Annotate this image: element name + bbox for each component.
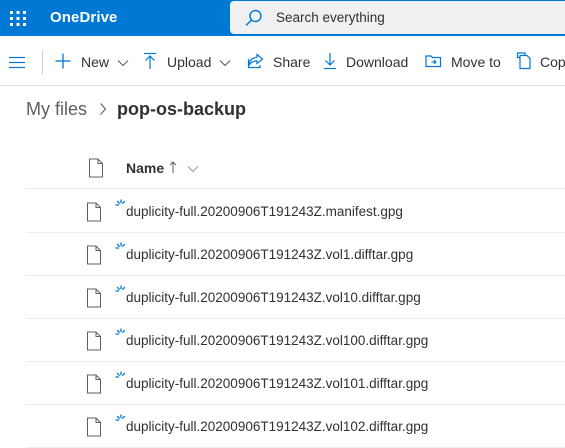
- table-row[interactable]: duplicity-full.20200906T191243Z.vol10.di…: [26, 276, 565, 319]
- search-box[interactable]: [230, 1, 565, 34]
- new-button[interactable]: New: [54, 49, 129, 75]
- share-icon: [247, 52, 264, 72]
- nav-toggle-icon[interactable]: [5, 51, 29, 75]
- upload-icon: [142, 52, 158, 73]
- file-name[interactable]: duplicity-full.20200906T191243Z.vol102.d…: [126, 417, 428, 437]
- move-to-icon: [425, 54, 442, 71]
- table-row[interactable]: duplicity-full.20200906T191243Z.vol101.d…: [26, 362, 565, 405]
- upload-button[interactable]: Upload: [142, 49, 231, 75]
- move-to-label: Move to: [451, 54, 501, 70]
- new-label: New: [81, 54, 110, 70]
- file-name[interactable]: duplicity-full.20200906T191243Z.manifest…: [126, 202, 403, 222]
- chevron-down-icon: [117, 54, 129, 70]
- file-type-icon[interactable]: [88, 158, 104, 178]
- app-title[interactable]: OneDrive: [50, 0, 118, 36]
- column-name-label: Name: [126, 160, 165, 176]
- breadcrumb: My files pop-os-backup: [26, 96, 246, 122]
- search-input[interactable]: [274, 1, 564, 34]
- file-name[interactable]: duplicity-full.20200906T191243Z.vol1.dif…: [126, 245, 413, 265]
- table-row[interactable]: duplicity-full.20200906T191243Z.vol102.d…: [26, 405, 565, 448]
- download-icon: [323, 52, 337, 73]
- chevron-down-icon: [219, 54, 231, 70]
- suite-header: OneDrive: [0, 0, 565, 36]
- file-icon: [86, 417, 102, 437]
- table-row[interactable]: duplicity-full.20200906T191243Z.vol100.d…: [26, 319, 565, 362]
- share-button[interactable]: Share: [247, 49, 310, 75]
- download-label: Download: [346, 54, 409, 70]
- file-list: duplicity-full.20200906T191243Z.manifest…: [26, 190, 565, 448]
- file-name[interactable]: duplicity-full.20200906T191243Z.vol10.di…: [126, 288, 421, 308]
- command-divider: [42, 50, 43, 74]
- file-icon: [86, 202, 102, 222]
- move-to-button[interactable]: Move to: [425, 49, 501, 75]
- search-icon: [244, 8, 264, 28]
- file-icon: [86, 288, 102, 308]
- table-row[interactable]: duplicity-full.20200906T191243Z.vol1.dif…: [26, 233, 565, 276]
- table-row[interactable]: duplicity-full.20200906T191243Z.manifest…: [26, 190, 565, 233]
- share-label: Share: [273, 54, 311, 70]
- chevron-right-icon: [99, 102, 107, 116]
- file-name[interactable]: duplicity-full.20200906T191243Z.vol100.d…: [126, 331, 428, 351]
- file-name[interactable]: duplicity-full.20200906T191243Z.vol101.d…: [126, 374, 428, 394]
- upload-label: Upload: [167, 54, 212, 70]
- sort-ascending-icon: [169, 160, 177, 177]
- column-header-name[interactable]: Name: [126, 158, 199, 178]
- chevron-down-icon: [187, 160, 199, 176]
- command-bar: New Upload Share Download Move to Cop: [0, 36, 565, 86]
- copy-icon: [516, 51, 531, 73]
- breadcrumb-root[interactable]: My files: [26, 99, 87, 120]
- app-launcher-icon[interactable]: [0, 0, 36, 36]
- copy-to-button[interactable]: Cop: [516, 49, 565, 75]
- plus-icon: [54, 52, 72, 73]
- file-icon: [86, 331, 102, 351]
- file-icon: [86, 374, 102, 394]
- file-icon: [86, 245, 102, 265]
- breadcrumb-current: pop-os-backup: [117, 98, 247, 119]
- list-header: Name: [26, 146, 565, 189]
- download-button[interactable]: Download: [323, 49, 408, 75]
- copy-to-label: Cop: [540, 54, 565, 70]
